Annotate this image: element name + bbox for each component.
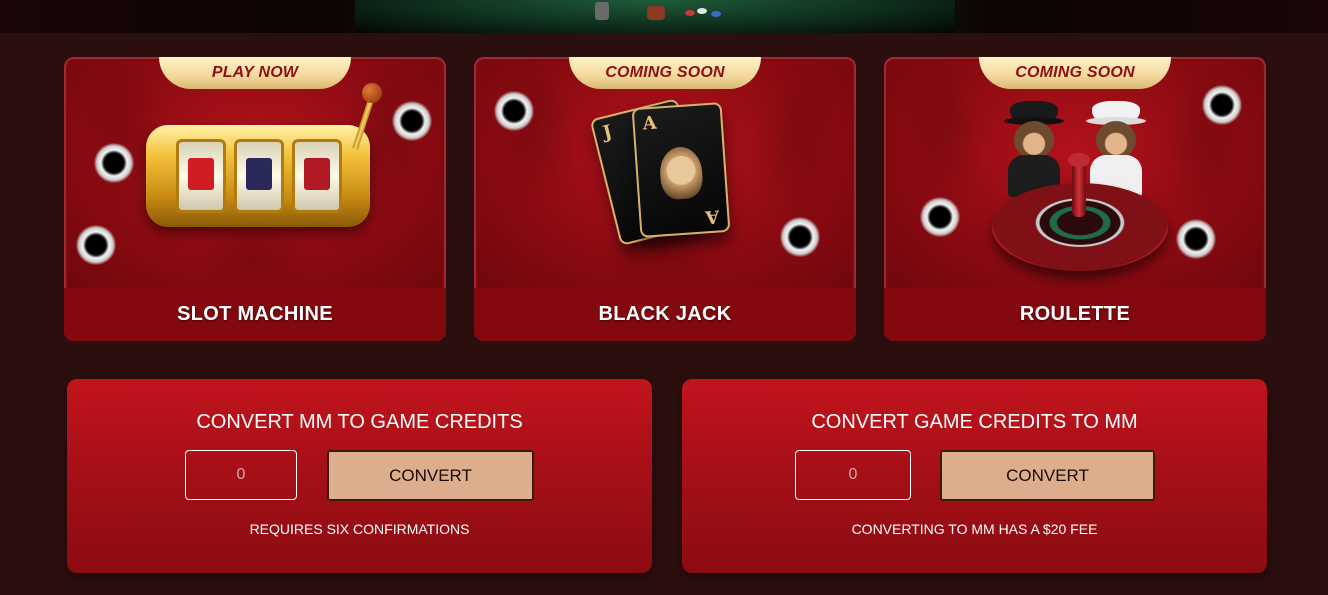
bullet-hole-icon bbox=[1176, 219, 1216, 259]
bullet-hole-icon bbox=[94, 143, 134, 183]
bullet-hole-icon bbox=[494, 91, 534, 131]
status-badge-label: PLAY NOW bbox=[211, 64, 299, 81]
slot-reel bbox=[176, 139, 226, 213]
poker-chip bbox=[697, 8, 707, 14]
bullet-hole-icon bbox=[780, 217, 820, 257]
status-badge: COMING SOON bbox=[979, 57, 1171, 89]
game-card-black-jack[interactable]: COMING SOON J A A BLACK JACK bbox=[474, 57, 856, 341]
bullet-hole-icon bbox=[1202, 85, 1242, 125]
game-card-roulette[interactable]: COMING SOON ROULETTE bbox=[884, 57, 1266, 341]
status-badge-label: COMING SOON bbox=[605, 64, 725, 81]
slot-lever-knob bbox=[362, 83, 382, 103]
game-title: BLACK JACK bbox=[598, 303, 732, 325]
slot-machine-icon bbox=[146, 125, 370, 227]
game-title-bar: ROULETTE bbox=[884, 288, 1266, 341]
reel-symbol bbox=[188, 158, 214, 190]
status-badge-label: COMING SOON bbox=[1015, 64, 1135, 81]
panel-title: CONVERT GAME CREDITS TO MM bbox=[811, 411, 1138, 433]
poker-chip bbox=[685, 10, 695, 16]
mm-amount-input[interactable] bbox=[185, 450, 297, 500]
slot-reel bbox=[234, 139, 284, 213]
panel-note: CONVERTING TO MM HAS A $20 FEE bbox=[851, 521, 1098, 537]
reel-symbol bbox=[304, 158, 330, 190]
game-card-slot-machine[interactable]: PLAY NOW SLOT MACHINE bbox=[64, 57, 446, 341]
roulette-spindle bbox=[1072, 159, 1086, 217]
card-rank: A bbox=[641, 112, 658, 135]
bullet-hole-icon bbox=[76, 225, 116, 265]
convert-to-mm-button[interactable]: CONVERT bbox=[940, 450, 1155, 501]
convert-to-credits-panel: CONVERT MM TO GAME CREDITS CONVERT REQUI… bbox=[67, 379, 652, 573]
card-rank: J bbox=[600, 121, 615, 144]
gangster-monkey-icon bbox=[1004, 101, 1064, 197]
status-badge: COMING SOON bbox=[569, 57, 761, 89]
credits-amount-input[interactable] bbox=[795, 450, 911, 500]
game-title: SLOT MACHINE bbox=[177, 303, 333, 325]
ace-of-spades-icon: A A bbox=[631, 102, 731, 238]
poker-table-image bbox=[355, 0, 955, 33]
convert-to-mm-panel: CONVERT GAME CREDITS TO MM CONVERT CONVE… bbox=[682, 379, 1267, 573]
poker-chip bbox=[711, 11, 721, 17]
roulette-spindle-cap bbox=[1068, 153, 1090, 167]
panel-note: REQUIRES SIX CONFIRMATIONS bbox=[249, 521, 470, 537]
game-title-bar: BLACK JACK bbox=[474, 288, 856, 341]
reel-symbol bbox=[246, 158, 272, 190]
card-face bbox=[658, 145, 704, 201]
glass bbox=[595, 2, 609, 20]
game-title: ROULETTE bbox=[1019, 303, 1131, 325]
bullet-hole-icon bbox=[920, 197, 960, 237]
bullet-hole-icon bbox=[392, 101, 432, 141]
status-badge: PLAY NOW bbox=[159, 57, 351, 89]
panel-title: CONVERT MM TO GAME CREDITS bbox=[196, 411, 523, 433]
hero-banner-image bbox=[0, 0, 1328, 33]
card-rank: A bbox=[704, 205, 721, 228]
convert-to-credits-button[interactable]: CONVERT bbox=[327, 450, 534, 501]
glass bbox=[647, 6, 665, 20]
game-title-bar: SLOT MACHINE bbox=[64, 288, 446, 341]
gangster-monkey-icon bbox=[1086, 101, 1146, 197]
slot-reel bbox=[292, 139, 342, 213]
